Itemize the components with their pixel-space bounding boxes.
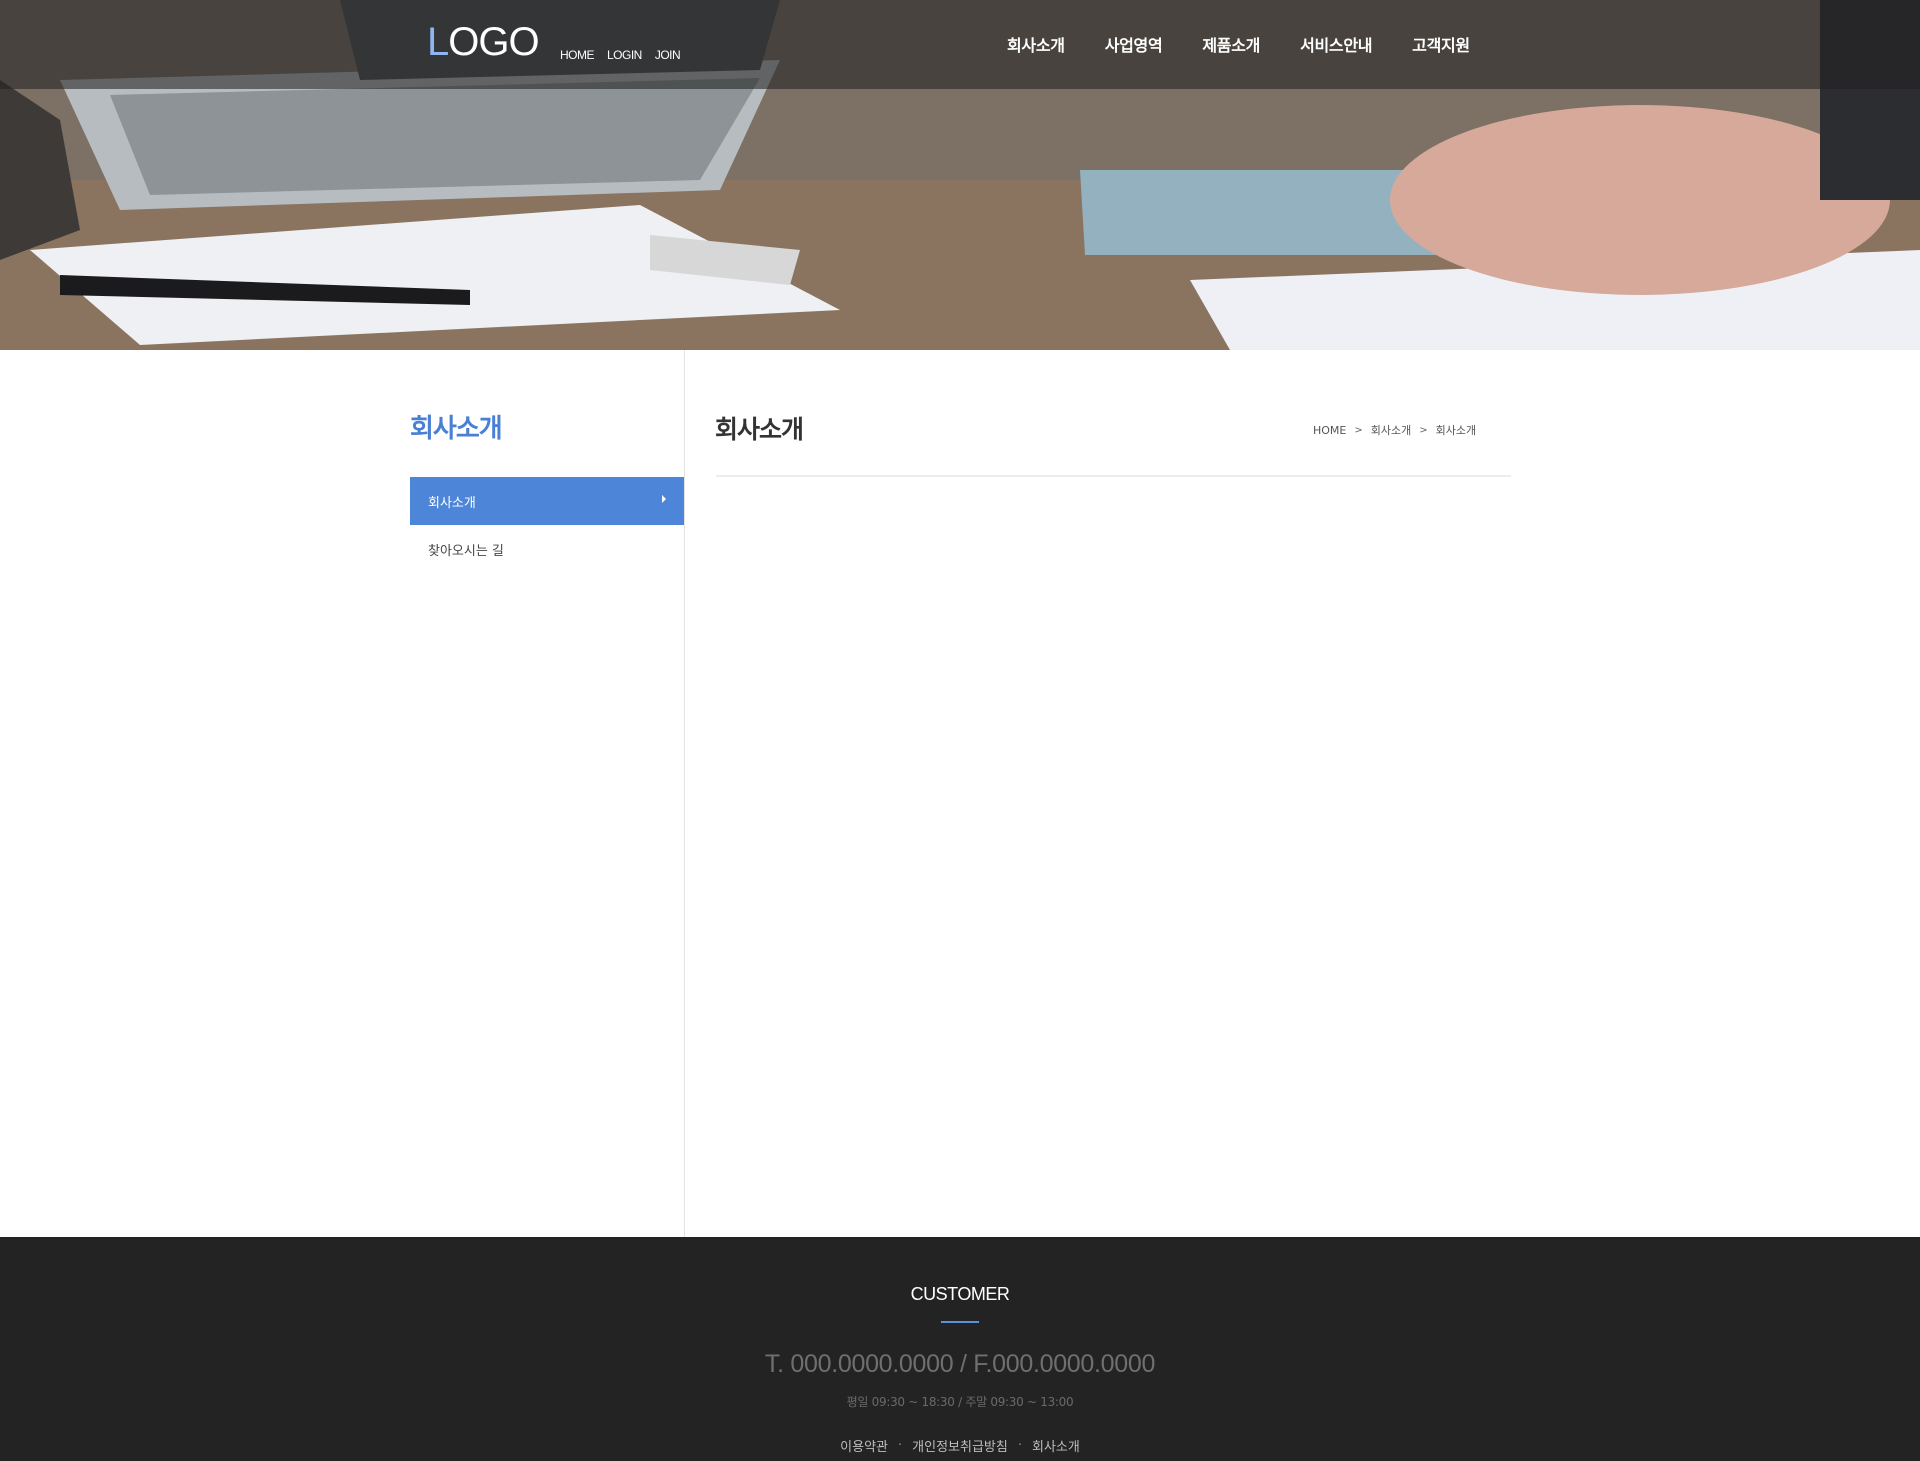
page-title: 회사소개: [715, 415, 804, 444]
sidebar-item-label: 찾아오시는 길: [428, 543, 504, 559]
util-login-link[interactable]: LOGIN: [607, 48, 642, 62]
nav-item-company[interactable]: 회사소개: [1007, 32, 1065, 56]
footer-phone-fax: T. 000.0000.0000 / F.000.0000.0000: [764, 1350, 1156, 1378]
nav-item-business[interactable]: 사업영역: [1105, 32, 1163, 56]
footer-link-company[interactable]: 회사소개: [1032, 1436, 1080, 1455]
footer-links: 이용약관 · 개인정보취급방침 · 회사소개: [0, 1436, 1920, 1455]
util-home-link[interactable]: HOME: [560, 48, 595, 62]
title-divider: [716, 475, 1511, 477]
chevron-right-icon: [662, 495, 666, 503]
footer-hours: 평일 09:30 ~ 18:30 / 주말 09:30 ~ 13:00: [846, 1395, 1074, 1409]
footer-link-terms[interactable]: 이용약관: [840, 1436, 888, 1455]
logo[interactable]: LOGO: [427, 20, 540, 64]
nav-item-services[interactable]: 서비스안내: [1300, 32, 1372, 56]
hero-banner: LOGO HOME LOGIN JOIN 회사소개 사업영역 제품소개 서비스안…: [0, 0, 1920, 350]
utility-nav: HOME LOGIN JOIN: [560, 48, 681, 62]
nav-item-support[interactable]: 고객지원: [1412, 32, 1470, 56]
sidebar-menu: 회사소개 찾아오시는 길: [410, 477, 684, 573]
logo-accent-letter: L: [427, 20, 449, 64]
footer-title: CUSTOMER: [910, 1284, 1010, 1304]
breadcrumb-home[interactable]: HOME: [1313, 424, 1346, 437]
breadcrumb-level-1[interactable]: 회사소개: [1371, 422, 1411, 438]
footer-link-privacy[interactable]: 개인정보취급방침: [912, 1436, 1008, 1455]
top-navigation-bar: LOGO HOME LOGIN JOIN 회사소개 사업영역 제품소개 서비스안…: [0, 0, 1920, 89]
breadcrumb-separator: >: [1354, 424, 1363, 436]
logo-text: OGO: [448, 20, 539, 64]
nav-item-products[interactable]: 제품소개: [1202, 32, 1260, 56]
main-nav: 회사소개 사업영역 제품소개 서비스안내 고객지원: [1007, 32, 1510, 56]
sidebar-item-directions[interactable]: 찾아오시는 길: [410, 525, 684, 573]
footer-link-separator: ·: [898, 1438, 903, 1453]
footer-accent-bar: [941, 1321, 979, 1323]
sidebar-title: 회사소개: [410, 414, 503, 444]
footer-link-separator: ·: [1017, 1438, 1022, 1453]
sidebar-divider: [684, 350, 685, 1237]
sidebar-item-company[interactable]: 회사소개: [410, 477, 684, 525]
sidebar-item-label: 회사소개: [428, 495, 476, 511]
content-area: 회사소개 회사소개 찾아오시는 길 회사소개 HOME > 회사소개 > 회사소…: [0, 350, 1920, 1237]
util-join-link[interactable]: JOIN: [655, 48, 681, 62]
breadcrumb-current: 회사소개: [1435, 424, 1477, 437]
breadcrumb: HOME > 회사소개 > 회사소개: [1313, 422, 1476, 438]
breadcrumb-separator: >: [1419, 424, 1428, 436]
footer: CUSTOMER T. 000.0000.0000 / F.000.0000.0…: [0, 1237, 1920, 1461]
